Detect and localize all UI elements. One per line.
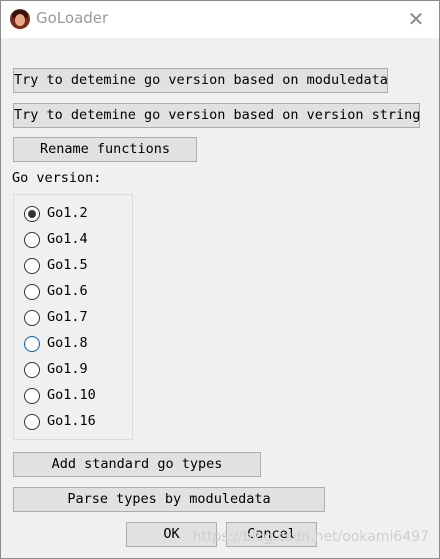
radio-label: Go1.10 <box>47 387 96 403</box>
radio-label: Go1.2 <box>47 205 88 221</box>
radio-button[interactable] <box>24 388 40 404</box>
radio-label: Go1.7 <box>47 309 88 325</box>
radio-button[interactable] <box>24 336 40 352</box>
radio-label: Go1.6 <box>47 283 88 299</box>
radio-button[interactable] <box>24 414 40 430</box>
rename-functions-button[interactable]: Rename functions <box>13 137 197 162</box>
window-title: GoLoader <box>36 9 109 27</box>
app-icon <box>10 9 30 29</box>
watermark-text: https://blog.csdn.net/ookami6497 <box>192 529 429 545</box>
goloader-dialog: GoLoader ✕ Try to detemine go version ba… <box>0 0 440 559</box>
add-standard-types-button[interactable]: Add standard go types <box>13 452 261 477</box>
radio-button[interactable] <box>24 206 40 222</box>
radio-button[interactable] <box>24 284 40 300</box>
detect-version-moduledata-button[interactable]: Try to detemine go version based on modu… <box>13 68 388 93</box>
radio-button[interactable] <box>24 232 40 248</box>
radio-button[interactable] <box>24 310 40 326</box>
radio-label: Go1.4 <box>47 231 88 247</box>
go-version-label: Go version: <box>12 170 102 186</box>
radio-label: Go1.9 <box>47 361 88 377</box>
radio-button[interactable] <box>24 362 40 378</box>
title-bar[interactable]: GoLoader ✕ <box>1 1 439 38</box>
parse-types-moduledata-button[interactable]: Parse types by moduledata <box>13 487 325 512</box>
close-icon[interactable]: ✕ <box>405 8 427 30</box>
radio-button[interactable] <box>24 258 40 274</box>
go-version-radio-group: Go1.2 Go1.4 Go1.5 Go1.6 Go1.7 Go1.8 Go1.… <box>13 194 133 440</box>
radio-selected-dot <box>28 210 36 218</box>
detect-version-string-button[interactable]: Try to detemine go version based on vers… <box>13 103 420 128</box>
radio-label: Go1.16 <box>47 413 96 429</box>
radio-label: Go1.8 <box>47 335 88 351</box>
radio-label: Go1.5 <box>47 257 88 273</box>
